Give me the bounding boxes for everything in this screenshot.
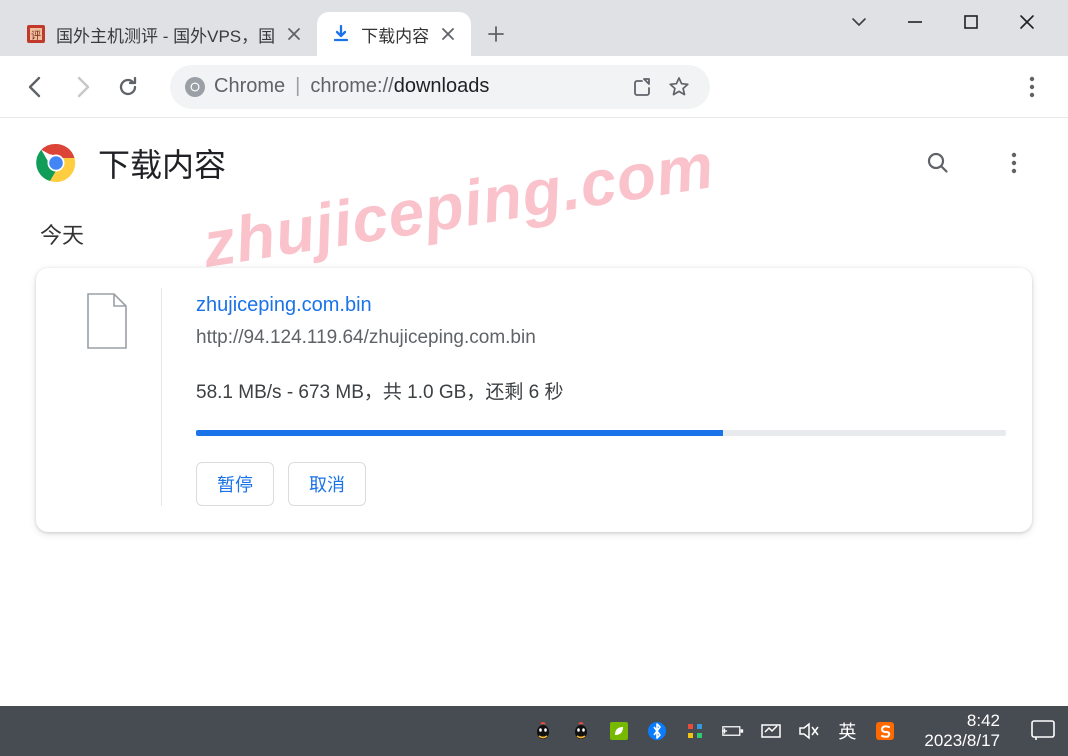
download-progress-track bbox=[196, 430, 1006, 436]
omnibox-url: chrome://downloads bbox=[310, 75, 489, 98]
volume-mute-icon[interactable] bbox=[798, 720, 820, 742]
download-progress-bar bbox=[196, 430, 723, 436]
ime-indicator[interactable]: 英 bbox=[836, 720, 858, 742]
chrome-logo-icon bbox=[36, 143, 76, 183]
tab-title: 下载内容 bbox=[361, 22, 429, 47]
chrome-chip: Chrome bbox=[184, 75, 285, 98]
tab-favicon: 评 bbox=[26, 24, 46, 44]
download-actions: 暂停 取消 bbox=[196, 462, 1006, 506]
chevron-down-icon[interactable] bbox=[846, 9, 872, 35]
tab-close-icon[interactable] bbox=[439, 25, 457, 43]
new-tab-button[interactable] bbox=[477, 15, 515, 53]
forward-button bbox=[64, 69, 100, 105]
nvidia-icon[interactable] bbox=[608, 720, 630, 742]
system-tray: 英 8:42 2023/8/17 bbox=[532, 711, 1058, 750]
tab-title: 国外主机测评 - 国外VPS，国 bbox=[56, 22, 275, 47]
file-icon bbox=[84, 292, 130, 350]
browser-tab-inactive[interactable]: 评 国外主机测评 - 国外VPS，国 bbox=[12, 12, 317, 56]
page-title: 下载内容 bbox=[98, 140, 226, 186]
tray-app-icon[interactable] bbox=[684, 720, 706, 742]
qq-icon[interactable] bbox=[532, 720, 554, 742]
tab-strip: 评 国外主机测评 - 国外VPS，国 下载内容 bbox=[0, 0, 515, 56]
search-downloads-button[interactable] bbox=[920, 145, 956, 181]
window-minimize-button[interactable] bbox=[902, 9, 928, 35]
section-date-label: 今天 bbox=[0, 208, 1068, 268]
network-icon[interactable] bbox=[760, 720, 782, 742]
page-menu-button[interactable] bbox=[996, 145, 1032, 181]
download-status: 58.1 MB/s - 673 MB，共 1.0 GB，还剩 6 秒 bbox=[196, 377, 1006, 404]
window-close-button[interactable] bbox=[1014, 9, 1040, 35]
cancel-button[interactable]: 取消 bbox=[288, 462, 366, 506]
sogou-icon[interactable] bbox=[874, 720, 896, 742]
download-info: zhujiceping.com.bin http://94.124.119.64… bbox=[162, 288, 1006, 506]
back-button[interactable] bbox=[18, 69, 54, 105]
browser-tab-active[interactable]: 下载内容 bbox=[317, 12, 471, 56]
download-icon bbox=[331, 24, 351, 44]
taskbar-clock[interactable]: 8:42 2023/8/17 bbox=[924, 711, 1000, 750]
svg-text:评: 评 bbox=[31, 30, 41, 42]
address-bar[interactable]: Chrome | chrome://downloads bbox=[170, 65, 710, 109]
downloads-page: zhujiceping.com 下载内容 今天 bbox=[0, 118, 1068, 706]
clock-date: 2023/8/17 bbox=[924, 731, 1000, 751]
window-titlebar: 评 国外主机测评 - 国外VPS，国 下载内容 bbox=[0, 0, 1068, 56]
search-icon bbox=[925, 150, 951, 176]
qq-icon[interactable] bbox=[570, 720, 592, 742]
bookmark-star-icon[interactable] bbox=[666, 74, 692, 100]
clock-time: 8:42 bbox=[924, 711, 1000, 731]
browser-menu-button[interactable] bbox=[1014, 69, 1050, 105]
page-header: 下载内容 bbox=[0, 118, 1068, 208]
pause-button[interactable]: 暂停 bbox=[196, 462, 274, 506]
reload-button[interactable] bbox=[110, 69, 146, 105]
omnibox-separator: | bbox=[295, 75, 300, 98]
window-maximize-button[interactable] bbox=[958, 9, 984, 35]
download-item: zhujiceping.com.bin http://94.124.119.64… bbox=[36, 268, 1032, 532]
browser-toolbar: Chrome | chrome://downloads bbox=[0, 56, 1068, 118]
windows-taskbar[interactable]: 英 8:42 2023/8/17 bbox=[0, 706, 1068, 756]
share-icon[interactable] bbox=[630, 74, 656, 100]
chip-label: Chrome bbox=[214, 75, 285, 98]
window-controls bbox=[846, 0, 1068, 44]
tab-close-icon[interactable] bbox=[285, 25, 303, 43]
file-icon-column bbox=[52, 288, 162, 506]
download-source-url: http://94.124.119.64/zhujiceping.com.bin bbox=[196, 327, 1006, 349]
notifications-icon[interactable] bbox=[1030, 719, 1058, 743]
download-filename[interactable]: zhujiceping.com.bin bbox=[196, 294, 1006, 317]
chrome-icon bbox=[184, 76, 206, 98]
bluetooth-icon[interactable] bbox=[646, 720, 668, 742]
battery-icon[interactable] bbox=[722, 720, 744, 742]
